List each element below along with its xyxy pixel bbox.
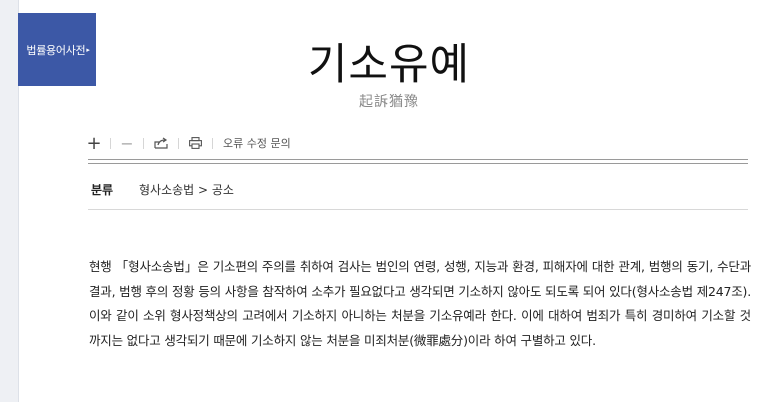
print-icon[interactable]	[189, 133, 202, 153]
entry-definition: 현행 「형사소송법」은 기소편의 주의를 취하여 검사는 범인의 연령, 성행,…	[89, 259, 751, 348]
entry-title: 기소유예	[307, 40, 471, 90]
toolbar: + − 오류 수정 문의	[86, 133, 291, 154]
toolbar-divider	[110, 137, 111, 149]
minus-icon[interactable]: −	[120, 133, 133, 153]
plus-icon[interactable]: +	[86, 133, 101, 154]
toolbar-divider	[212, 137, 213, 149]
share-icon[interactable]	[154, 133, 168, 153]
section-divider	[88, 159, 748, 164]
entry-hanja: 起訴猶豫	[359, 94, 419, 110]
report-error-link[interactable]: 오류 수정 문의	[223, 133, 291, 153]
toolbar-divider	[178, 137, 179, 149]
toolbar-divider	[143, 137, 144, 149]
category-row: 분류 형사소송법 > 공소	[91, 181, 234, 198]
category-divider	[88, 209, 748, 210]
category-label: 분류	[91, 183, 114, 197]
category-path[interactable]: 형사소송법 > 공소	[139, 181, 234, 198]
